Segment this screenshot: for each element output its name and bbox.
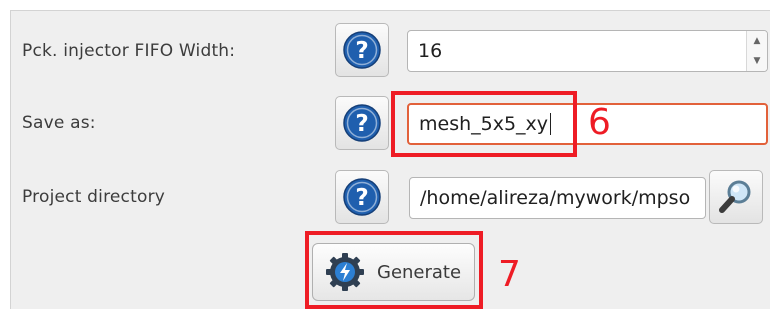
fifo-width-label: Pck. injector FIFO Width: xyxy=(22,41,236,61)
panel-left-border xyxy=(0,0,11,309)
svg-text:?: ? xyxy=(355,111,368,137)
project-directory-help-button[interactable]: ? xyxy=(335,170,389,224)
save-as-help-button[interactable]: ? xyxy=(335,96,389,150)
spin-up-icon[interactable]: ▲ xyxy=(754,36,761,46)
spin-down-icon[interactable]: ▼ xyxy=(754,56,761,66)
fifo-width-help-button[interactable]: ? xyxy=(335,23,389,77)
fifo-width-value: 16 xyxy=(418,40,443,62)
project-directory-input[interactable]: /home/alireza/mywork/mpso xyxy=(409,177,706,219)
help-icon: ? xyxy=(343,178,381,216)
project-directory-value: /home/alireza/mywork/mpso xyxy=(420,187,691,209)
project-directory-label: Project directory xyxy=(22,187,166,207)
help-icon: ? xyxy=(343,104,381,142)
annotation-box-step7 xyxy=(305,231,483,309)
panel-top-border xyxy=(10,0,770,11)
help-icon: ? xyxy=(343,31,381,69)
annotation-number-6: 6 xyxy=(588,102,611,143)
settings-panel: Pck. injector FIFO Width: ? 16 ▲ ▼ Save … xyxy=(0,0,770,309)
browse-directory-button[interactable] xyxy=(709,170,763,224)
annotation-number-7: 7 xyxy=(498,254,521,295)
spinbox-arrows[interactable]: ▲ ▼ xyxy=(746,31,767,71)
annotation-box-step6 xyxy=(391,91,577,157)
magnifier-icon xyxy=(719,180,751,213)
svg-text:?: ? xyxy=(355,185,368,211)
save-as-label: Save as: xyxy=(22,113,96,133)
fifo-width-spinbox[interactable]: 16 ▲ ▼ xyxy=(407,30,768,72)
svg-text:?: ? xyxy=(355,38,368,64)
